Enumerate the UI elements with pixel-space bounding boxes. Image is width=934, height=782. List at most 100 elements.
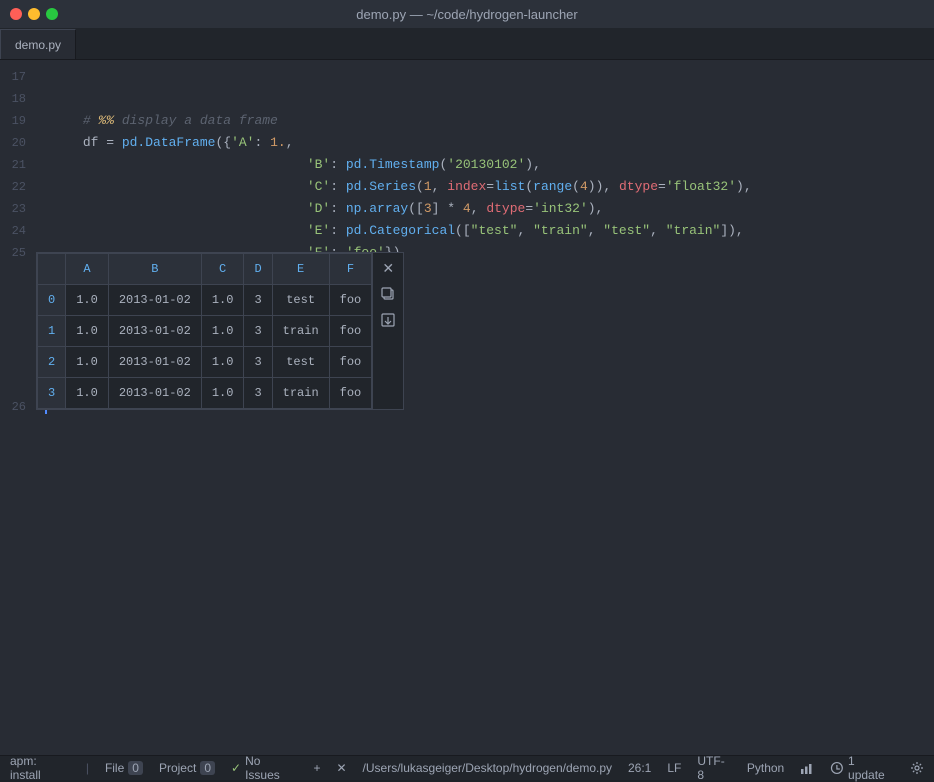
table-row: 2 1.0 2013-01-02 1.0 3 test foo — [38, 347, 372, 378]
close-status[interactable]: ✕ — [336, 761, 346, 775]
df-export-button[interactable] — [375, 307, 401, 333]
df-col-B: B — [108, 254, 201, 285]
df-col-D: D — [244, 254, 272, 285]
filepath-status[interactable]: /Users/lukasgeiger/Desktop/hydrogen/demo… — [363, 761, 612, 775]
df-copy-button[interactable] — [375, 281, 401, 307]
df-0-C: 1.0 — [201, 285, 244, 316]
df-2-D: 3 — [244, 347, 272, 378]
line-num-25: 25 — [0, 242, 26, 264]
project-label: Project — [159, 761, 196, 775]
file-status[interactable]: File 0 — [105, 761, 143, 775]
git-update-label: 1 update — [848, 754, 894, 782]
df-2-B: 2013-01-02 — [108, 347, 201, 378]
df-0-A: 1.0 — [66, 285, 109, 316]
line-num-19: 19 — [0, 110, 26, 132]
df-2-C: 1.0 — [201, 347, 244, 378]
code-content[interactable]: # %% display a data frame df = pd.DataFr… — [36, 60, 934, 755]
code-line-18: # %% display a data frame — [36, 88, 934, 110]
project-status[interactable]: Project 0 — [159, 761, 215, 775]
df-1-E: train — [272, 316, 329, 347]
window-title: demo.py — ~/code/hydrogen-launcher — [356, 7, 578, 22]
df-2-E: test — [272, 347, 329, 378]
signal-icon — [800, 761, 814, 775]
df-1-A: 1.0 — [66, 316, 109, 347]
df-0-B: 2013-01-02 — [108, 285, 201, 316]
file-count: 0 — [128, 761, 143, 775]
encoding-status[interactable]: LF — [667, 761, 681, 775]
maximize-button[interactable] — [46, 8, 58, 20]
df-col-A: A — [66, 254, 109, 285]
line-num-21: 21 — [0, 154, 26, 176]
position-status[interactable]: 26:1 — [628, 761, 651, 775]
filepath-label: /Users/lukasgeiger/Desktop/hydrogen/demo… — [363, 761, 612, 775]
tab-demo-py[interactable]: demo.py — [0, 29, 76, 59]
df-col-C: C — [201, 254, 244, 285]
df-col-index — [38, 254, 66, 285]
close-button[interactable] — [10, 8, 22, 20]
line-numbers: 17 18 19 20 21 22 23 24 25 26 — [0, 60, 36, 755]
df-col-F: F — [329, 254, 372, 285]
tab-label: demo.py — [15, 38, 61, 52]
close-icon: ✕ — [336, 761, 346, 775]
add-icon: + — [313, 761, 320, 775]
charset-status[interactable]: UTF-8 — [697, 754, 731, 782]
df-1-B: 2013-01-02 — [108, 316, 201, 347]
df-3-A: 1.0 — [66, 378, 109, 409]
df-3-B: 2013-01-02 — [108, 378, 201, 409]
code-line-17 — [36, 66, 934, 88]
df-3-D: 3 — [244, 378, 272, 409]
df-action-panel: ✕ — [372, 253, 403, 409]
editor-area: 17 18 19 20 21 22 23 24 25 26 # %% displ… — [0, 60, 934, 755]
df-0-E: test — [272, 285, 329, 316]
apm-status: apm: install — [10, 754, 70, 782]
df-idx-1: 1 — [38, 316, 66, 347]
df-0-D: 3 — [244, 285, 272, 316]
charset-label: UTF-8 — [697, 754, 731, 782]
file-label: File — [105, 761, 124, 775]
project-count: 0 — [200, 761, 215, 775]
check-icon: ✓ — [231, 761, 241, 775]
encoding-label: LF — [667, 761, 681, 775]
add-status[interactable]: + — [313, 761, 320, 775]
line-num-20: 20 — [0, 132, 26, 154]
dataframe-table: A B C D E F 0 1.0 2013-01-02 — [37, 253, 372, 409]
title-bar: demo.py — ~/code/hydrogen-launcher — [0, 0, 934, 28]
df-3-E: train — [272, 378, 329, 409]
df-2-F: foo — [329, 347, 372, 378]
df-idx-0: 0 — [38, 285, 66, 316]
df-1-F: foo — [329, 316, 372, 347]
df-idx-2: 2 — [38, 347, 66, 378]
minimize-button[interactable] — [28, 8, 40, 20]
df-col-E: E — [272, 254, 329, 285]
df-3-F: foo — [329, 378, 372, 409]
df-0-F: foo — [329, 285, 372, 316]
df-1-C: 1.0 — [201, 316, 244, 347]
traffic-lights — [10, 8, 58, 20]
line-num-18: 18 — [0, 88, 26, 110]
language-status[interactable]: Python — [747, 761, 784, 775]
df-2-A: 1.0 — [66, 347, 109, 378]
table-row: 0 1.0 2013-01-02 1.0 3 test foo — [38, 285, 372, 316]
df-1-D: 3 — [244, 316, 272, 347]
line-num-22: 22 — [0, 176, 26, 198]
table-row: 3 1.0 2013-01-02 1.0 3 train foo — [38, 378, 372, 409]
line-num-26: 26 — [0, 396, 26, 418]
status-bar: apm: install | File 0 Project 0 ✓ No Iss… — [0, 755, 934, 780]
df-3-C: 1.0 — [201, 378, 244, 409]
dataframe-output: A B C D E F 0 1.0 2013-01-02 — [36, 252, 404, 410]
df-idx-3: 3 — [38, 378, 66, 409]
df-close-button[interactable]: ✕ — [375, 255, 401, 281]
language-label: Python — [747, 761, 784, 775]
line-num-23: 23 — [0, 198, 26, 220]
settings-icon[interactable] — [910, 761, 924, 775]
dataframe-table-wrapper[interactable]: A B C D E F 0 1.0 2013-01-02 — [37, 253, 372, 409]
line-num-24: 24 — [0, 220, 26, 242]
git-update-status[interactable]: 1 update — [830, 754, 894, 782]
table-row: 1 1.0 2013-01-02 1.0 3 train foo — [38, 316, 372, 347]
apm-label: apm: install — [10, 754, 70, 782]
tab-bar: demo.py — [0, 28, 934, 60]
issues-status[interactable]: ✓ No Issues — [231, 754, 297, 782]
no-issues-label: No Issues — [245, 754, 297, 782]
line-num-17: 17 — [0, 66, 26, 88]
position-label: 26:1 — [628, 761, 651, 775]
